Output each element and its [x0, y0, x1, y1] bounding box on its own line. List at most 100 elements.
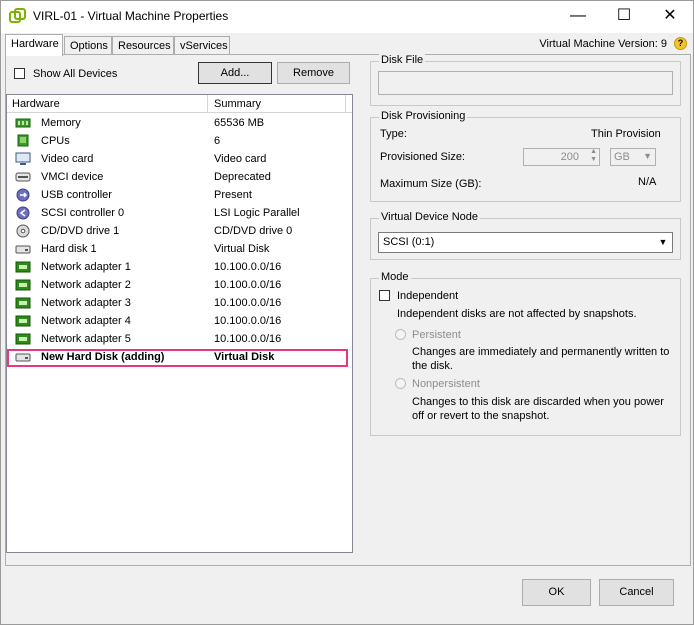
tab-options[interactable]: Options: [64, 36, 112, 55]
hardware-name: Video card: [41, 153, 94, 165]
show-all-devices-label: Show All Devices: [33, 68, 118, 80]
hardware-row-network-adapter-2[interactable]: Network adapter 2 10.100.0.0/16: [7, 276, 352, 294]
network-adapter-icon: [15, 297, 31, 309]
hardware-summary: 6: [214, 135, 221, 147]
show-all-devices-checkbox[interactable]: [14, 68, 25, 79]
hardware-name: Network adapter 1: [41, 261, 131, 273]
hardware-name: SCSI controller 0: [41, 207, 125, 219]
hardware-summary: Virtual Disk: [214, 243, 270, 255]
hardware-row-network-adapter-4[interactable]: Network adapter 4 10.100.0.0/16: [7, 312, 352, 330]
hard-disk-icon: [15, 245, 31, 254]
hardware-row-new-hard-disk[interactable]: New Hard Disk (adding) Virtual Disk: [7, 348, 352, 366]
virtual-device-node-title: Virtual Device Node: [379, 211, 481, 223]
hardware-name: Network adapter 4: [41, 315, 131, 327]
type-value: Thin Provision: [591, 128, 661, 140]
nonpersistent-radio[interactable]: [395, 378, 406, 389]
close-button[interactable]: ✕: [647, 1, 693, 32]
network-adapter-icon: [15, 333, 31, 345]
minimize-button[interactable]: —: [555, 1, 601, 32]
hardware-summary: Virtual Disk: [214, 351, 275, 363]
video-card-icon: [15, 152, 31, 165]
disk-file-field[interactable]: [378, 71, 673, 95]
cd-dvd-icon: [16, 224, 30, 238]
mode-title: Mode: [379, 271, 411, 283]
provisioned-size-stepper[interactable]: 200 ▲ ▼: [523, 148, 600, 166]
hardware-row-video-card[interactable]: Video card Video card: [7, 150, 352, 168]
size-unit-select[interactable]: GB ▼: [610, 148, 656, 166]
hardware-row-cpus[interactable]: CPUs 6: [7, 132, 352, 150]
hardware-name: New Hard Disk (adding): [41, 351, 165, 363]
column-header-summary[interactable]: Summary: [209, 95, 346, 113]
nonpersistent-label: Nonpersistent: [412, 378, 480, 390]
type-label: Type:: [380, 128, 407, 140]
hardware-name: Network adapter 2: [41, 279, 131, 291]
persistent-description-line1: Changes are immediately and permanently …: [412, 346, 670, 358]
add-device-button[interactable]: Add...: [198, 62, 272, 84]
hardware-row-network-adapter-1[interactable]: Network adapter 1 10.100.0.0/16: [7, 258, 352, 276]
network-adapter-icon: [15, 261, 31, 273]
disk-provisioning-title: Disk Provisioning: [379, 110, 468, 122]
network-adapter-icon: [15, 315, 31, 327]
window-title: VIRL-01 - Virtual Machine Properties: [33, 9, 229, 23]
hardware-summary: Present: [214, 189, 252, 201]
hardware-name: CD/DVD drive 1: [41, 225, 120, 237]
hardware-summary: 10.100.0.0/16: [214, 315, 282, 327]
scsi-controller-icon: [16, 206, 30, 220]
hardware-name: VMCI device: [41, 171, 104, 183]
hardware-row-memory[interactable]: Memory 65536 MB: [7, 114, 352, 132]
disk-file-title: Disk File: [379, 54, 426, 66]
network-adapter-icon: [15, 279, 31, 291]
hardware-row-usb-controller[interactable]: USB controller Present: [7, 186, 352, 204]
hardware-row-network-adapter-5[interactable]: Network adapter 5 10.100.0.0/16: [7, 330, 352, 348]
independent-label: Independent: [397, 290, 459, 302]
chevron-down-icon[interactable]: ▼: [655, 234, 671, 251]
disk-file-group: Disk File: [370, 54, 681, 106]
hardware-summary: 10.100.0.0/16: [214, 261, 282, 273]
max-size-value: N/A: [638, 176, 657, 188]
column-header-hardware[interactable]: Hardware: [7, 95, 208, 113]
hardware-row-hard-disk-1[interactable]: Hard disk 1 Virtual Disk: [7, 240, 352, 258]
hardware-name: Network adapter 5: [41, 333, 131, 345]
hardware-name: Network adapter 3: [41, 297, 131, 309]
hardware-summary: LSI Logic Parallel: [214, 207, 300, 219]
provisioned-size-label: Provisioned Size:: [380, 151, 465, 163]
ok-button[interactable]: OK: [522, 579, 591, 606]
usb-controller-icon: [16, 188, 30, 202]
independent-description: Independent disks are not affected by sn…: [397, 308, 637, 320]
hardware-summary: 65536 MB: [214, 117, 265, 129]
independent-checkbox[interactable]: [379, 290, 390, 301]
persistent-description-line2: the disk.: [412, 360, 453, 372]
hardware-name: CPUs: [41, 135, 70, 147]
tab-resources[interactable]: Resources: [112, 36, 174, 55]
vm-version-label: Virtual Machine Version: 9: [539, 38, 667, 50]
mode-group: Mode Independent Independent disks are n…: [370, 271, 681, 436]
hardware-row-cd-dvd-drive[interactable]: CD/DVD drive 1 CD/DVD drive 0: [7, 222, 352, 240]
chevron-down-icon: ▼: [643, 151, 652, 161]
hardware-summary: Video card: [214, 153, 267, 165]
persistent-radio[interactable]: [395, 329, 406, 340]
hardware-summary: 10.100.0.0/16: [214, 297, 282, 309]
help-icon[interactable]: ?: [674, 37, 687, 50]
hardware-summary: 10.100.0.0/16: [214, 333, 282, 345]
tab-hardware[interactable]: Hardware: [5, 34, 63, 56]
hard-disk-icon: [15, 353, 31, 362]
max-size-label: Maximum Size (GB):: [380, 178, 482, 190]
stepper-arrows-icon[interactable]: ▲ ▼: [590, 148, 597, 164]
maximize-button[interactable]: ☐: [601, 1, 647, 32]
title-bar: VIRL-01 - Virtual Machine Properties — ☐…: [1, 1, 693, 33]
provisioned-size-value: 200: [560, 151, 579, 163]
vsphere-app-icon: [9, 8, 26, 23]
hardware-summary: Deprecated: [214, 171, 271, 183]
cancel-button[interactable]: Cancel: [599, 579, 674, 606]
hardware-name: USB controller: [41, 189, 112, 201]
hardware-row-vmci-device[interactable]: VMCI device Deprecated: [7, 168, 352, 186]
persistent-label: Persistent: [412, 329, 461, 341]
memory-icon: [15, 118, 31, 128]
virtual-device-node-select[interactable]: SCSI (0:1) ▼: [378, 232, 673, 253]
vm-properties-window: VIRL-01 - Virtual Machine Properties — ☐…: [0, 0, 694, 625]
hardware-row-scsi-controller[interactable]: SCSI controller 0 LSI Logic Parallel: [7, 204, 352, 222]
tab-vservices[interactable]: vServices: [174, 36, 230, 55]
hardware-row-network-adapter-3[interactable]: Network adapter 3 10.100.0.0/16: [7, 294, 352, 312]
remove-device-button[interactable]: Remove: [277, 62, 350, 84]
hardware-name: Memory: [41, 117, 81, 129]
